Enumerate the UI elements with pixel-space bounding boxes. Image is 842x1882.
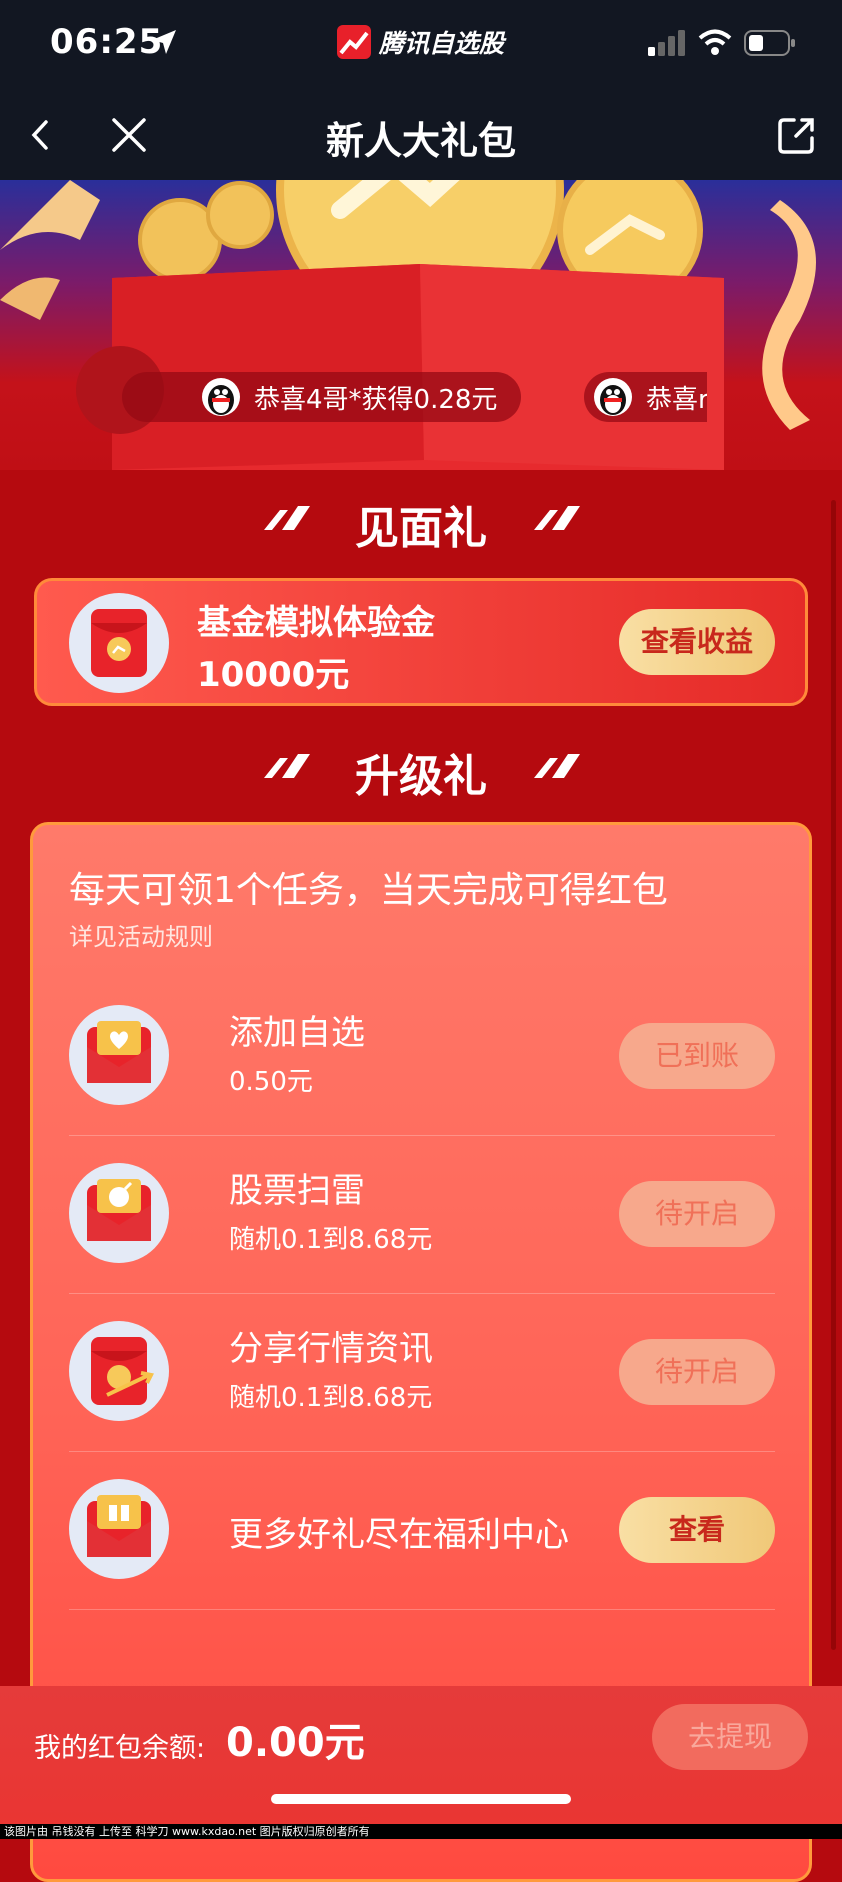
home-indicator[interactable] (271, 1794, 571, 1804)
qq-penguin-avatar-icon (202, 378, 240, 416)
share-envelope-icon (69, 1321, 169, 1421)
welcome-gift-card[interactable]: 基金模拟体验金 10000元 查看收益 (34, 578, 808, 706)
app-name: 腾讯自选股 (379, 29, 505, 58)
battery-icon (744, 30, 795, 56)
status-bar: 06:25 腾讯自选股 (0, 0, 842, 90)
task-reward: 0.50元 (229, 1067, 313, 1097)
ticker-text: 恭喜4哥*获得0.28元 (254, 384, 498, 415)
task-reward: 随机0.1到8.68元 (229, 1225, 433, 1255)
task-row: 股票扫雷 随机0.1到8.68元 待开启 (69, 1135, 775, 1294)
red-envelope-coin-icon (69, 593, 169, 693)
task-name: 分享行情资讯 (229, 1329, 433, 1369)
balance-label: 我的红包余额: (34, 1733, 206, 1764)
task-name: 添加自选 (229, 1013, 365, 1053)
nav-bar: 新人大礼包 (0, 90, 842, 180)
ticker-item: 恭喜4哥*获得0.28元 (122, 372, 522, 422)
qq-penguin-avatar-icon (594, 378, 632, 416)
slash-decoration-icon (534, 506, 580, 530)
ticker-text: 恭喜rc (646, 384, 707, 415)
rules-link[interactable]: 详见活动规则 (69, 917, 213, 952)
withdraw-button[interactable]: 去提现 (652, 1704, 808, 1770)
watermark-note: 该图片由 吊钱没有 上传至 科学刀 www.kxdao.net 图片版权归原创者… (0, 1824, 842, 1839)
bottom-bar: 我的红包余额: 0.00元 去提现 (0, 1686, 842, 1839)
share-icon[interactable] (774, 112, 820, 158)
location-arrow-icon (152, 30, 176, 54)
welcome-section-title: 见面礼 (355, 503, 487, 554)
gift-amount: 10000元 (197, 655, 350, 695)
task-row: 分享行情资讯 随机0.1到8.68元 待开启 (69, 1293, 775, 1452)
app-logo-icon (337, 25, 371, 59)
hero-banner (0, 180, 842, 470)
task-row: 更多好礼尽在福利中心 查看 (69, 1451, 775, 1610)
winner-ticker: 恭喜4哥*获得0.28元 恭喜rc (122, 372, 707, 422)
task-name: 股票扫雷 (229, 1171, 365, 1211)
slash-decoration-icon (534, 754, 580, 778)
gift-title: 基金模拟体验金 (197, 603, 435, 643)
heart-envelope-icon (69, 1005, 169, 1105)
task-status-button[interactable]: 待开启 (619, 1339, 775, 1405)
bomb-envelope-icon (69, 1163, 169, 1263)
task-status-button[interactable]: 已到账 (619, 1023, 775, 1089)
balance-value: 0.00元 (226, 1720, 365, 1766)
signal-icon (648, 30, 685, 56)
hero-illustration (0, 180, 816, 470)
view-earnings-button[interactable]: 查看收益 (619, 609, 775, 675)
task-status-button[interactable]: 待开启 (619, 1181, 775, 1247)
scrollbar[interactable] (831, 500, 836, 1650)
task-name: 更多好礼尽在福利中心 (229, 1515, 569, 1555)
wifi-icon (698, 29, 732, 55)
upgrade-section-title: 升级礼 (355, 751, 487, 802)
task-headline: 每天可领1个任务，当天完成可得红包 (69, 870, 668, 911)
app-badge: 腾讯自选股 (337, 24, 504, 60)
task-row: 添加自选 0.50元 已到账 (69, 977, 775, 1136)
status-time: 06:25 (50, 22, 164, 62)
task-reward: 随机0.1到8.68元 (229, 1383, 433, 1413)
view-button[interactable]: 查看 (619, 1497, 775, 1563)
page-title: 新人大礼包 (325, 119, 516, 163)
gift-envelope-icon (69, 1479, 169, 1579)
ticker-item: 恭喜rc (584, 372, 707, 422)
